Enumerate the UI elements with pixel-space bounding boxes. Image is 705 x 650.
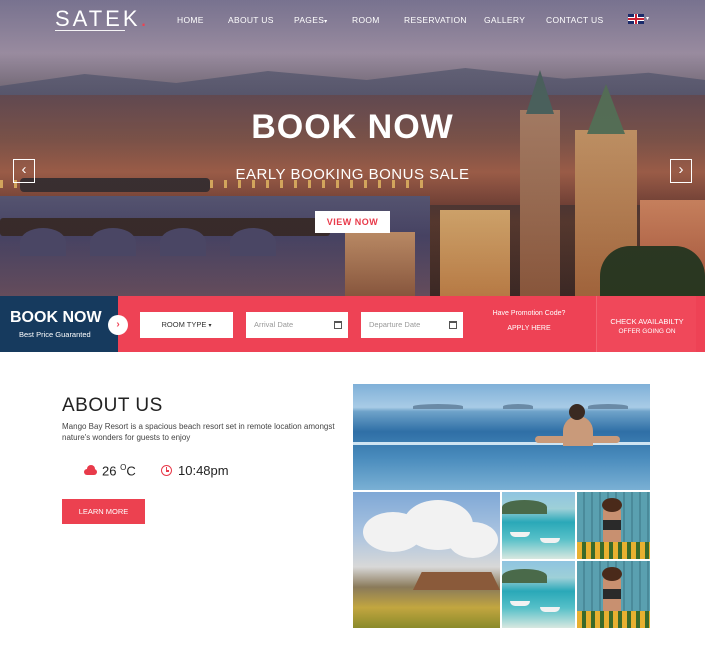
- logo-underline: [55, 30, 125, 31]
- nav-gallery[interactable]: GALLERY: [484, 15, 525, 25]
- departure-date-placeholder: Departure Date: [369, 320, 421, 329]
- about-title: ABOUT US: [62, 395, 163, 416]
- temperature-value: 26: [102, 463, 117, 479]
- girl-swimsuit: [603, 520, 621, 530]
- apply-promo-link[interactable]: APPLY HERE: [480, 325, 578, 332]
- hero-subtitle: EARLY BOOKING BONUS SALE: [235, 166, 470, 183]
- offer-label: OFFER GOING ON: [618, 328, 676, 335]
- cloud-shape: [448, 522, 498, 558]
- pool-island: [588, 404, 628, 409]
- room-type-label: ROOM TYPE: [161, 320, 207, 329]
- pool-island: [503, 404, 533, 409]
- flag-cross-horizontal: [628, 18, 644, 20]
- booking-title: BOOK NOW: [10, 309, 102, 326]
- arrival-date-input[interactable]: Arrival Date: [246, 312, 348, 338]
- about-gallery: [353, 384, 650, 628]
- calendar-icon: [449, 321, 457, 329]
- gallery-image-girl[interactable]: [577, 492, 650, 559]
- site-logo[interactable]: SATEK.: [55, 6, 150, 32]
- temperature-unit: C: [126, 463, 136, 479]
- hero-title: BOOK NOW: [251, 108, 454, 146]
- boat-rock: [502, 500, 547, 514]
- boat-hull: [510, 601, 530, 606]
- boat-hull: [540, 538, 560, 543]
- pool-swimmer-arms: [535, 436, 620, 443]
- gallery-image-pool[interactable]: [353, 384, 650, 490]
- temperature: 26 OC: [102, 463, 136, 478]
- booking-title-panel: BOOK NOW Best Price Guaranted: [0, 296, 118, 352]
- nav-pages-label: PAGES: [294, 15, 325, 25]
- logo-dot: .: [140, 6, 150, 31]
- booking-bar: BOOK NOW Best Price Guaranted › ROOM TYP…: [0, 296, 705, 352]
- learn-more-button[interactable]: LEARN MORE: [62, 499, 145, 524]
- chevron-down-icon: ▾: [324, 19, 328, 25]
- gallery-image-boats[interactable]: [502, 492, 575, 559]
- girl-flowers: [577, 542, 650, 559]
- arrival-date-placeholder: Arrival Date: [254, 320, 294, 329]
- chevron-right-icon[interactable]: ›: [108, 315, 128, 335]
- boat-rock: [502, 569, 547, 583]
- nav-reservation[interactable]: RESERVATION: [404, 15, 467, 25]
- uk-flag-icon[interactable]: [628, 14, 644, 24]
- girl-hair: [602, 498, 622, 512]
- top-navigation: SATEK. HOME ABOUT US PAGES▾ ROOM RESERVA…: [0, 0, 705, 44]
- girl-swimsuit: [603, 589, 621, 599]
- hero-slider: SATEK. HOME ABOUT US PAGES▾ ROOM RESERVA…: [0, 0, 705, 296]
- nav-home[interactable]: HOME: [177, 15, 204, 25]
- gallery-image-clouds[interactable]: [353, 492, 500, 628]
- gallery-image-boats[interactable]: [502, 561, 575, 628]
- girl-hair: [602, 567, 622, 581]
- calendar-icon: [334, 321, 342, 329]
- booking-subtitle: Best Price Guaranted: [19, 330, 91, 339]
- mesa-rock: [413, 572, 500, 590]
- boat-hull: [540, 607, 560, 612]
- gallery-image-girl[interactable]: [577, 561, 650, 628]
- clock-icon: [161, 465, 172, 476]
- check-availability-label: CHECK AVAILABILTY: [610, 317, 684, 326]
- girl-flowers: [577, 611, 650, 628]
- cloud-icon: [84, 465, 97, 475]
- chevron-down-icon[interactable]: ▾: [646, 15, 649, 22]
- promo-code-question: Have Promotion Code?: [492, 310, 566, 317]
- slider-next-arrow-icon[interactable]: ›: [670, 159, 692, 183]
- chevron-down-icon: ▾: [208, 323, 212, 329]
- about-description: Mango Bay Resort is a spacious beach res…: [62, 422, 335, 442]
- local-time: 10:48pm: [178, 463, 229, 478]
- check-availability-button[interactable]: CHECK AVAILABILTY OFFER GOING ON: [596, 296, 696, 352]
- hero-overlay: [0, 0, 705, 296]
- logo-text: SATEK: [55, 6, 141, 31]
- pool-island: [413, 404, 463, 409]
- nav-contact-us[interactable]: CONTACT US: [546, 15, 603, 25]
- nav-about-us[interactable]: ABOUT US: [228, 15, 274, 25]
- departure-date-input[interactable]: Departure Date: [361, 312, 463, 338]
- room-type-select[interactable]: ROOM TYPE ▾: [140, 312, 233, 338]
- view-now-button[interactable]: VIEW NOW: [315, 211, 390, 233]
- boat-hull: [510, 532, 530, 537]
- slider-prev-arrow-icon[interactable]: ‹: [13, 159, 35, 183]
- nav-room[interactable]: ROOM: [352, 15, 380, 25]
- nav-pages[interactable]: PAGES▾: [294, 15, 327, 25]
